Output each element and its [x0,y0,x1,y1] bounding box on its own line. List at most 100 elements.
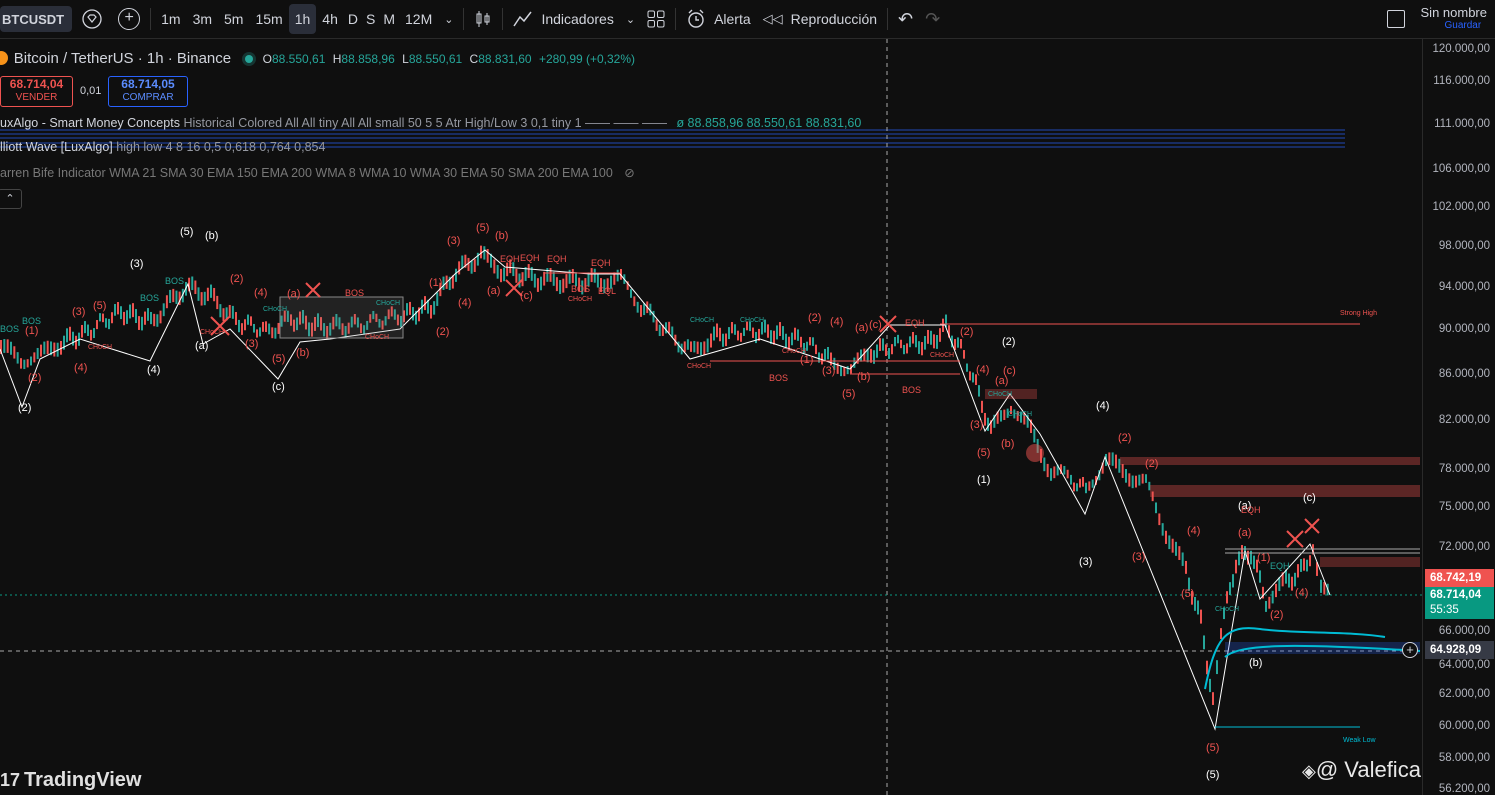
wave-count-label: (1) [429,277,442,289]
candle [809,337,811,346]
candle [194,280,197,295]
candle [33,352,36,363]
tf-5m[interactable]: 5m [218,4,249,34]
candle [1115,454,1117,469]
candle [1168,535,1171,550]
bar-countdown: 55:35 [1430,604,1459,616]
candle [53,342,56,357]
candle [206,287,209,302]
indicator-warren[interactable]: arren Bife Indicator WMA 21 SMA 30 EMA 1… [0,165,635,180]
sell-button[interactable]: 68.714,04 VENDER [0,76,73,107]
candle [1206,660,1208,675]
collapse-legend-button[interactable]: ⌃ [0,189,22,209]
buy-button[interactable]: 68.714,05 COMPRAR [108,76,188,107]
candle [436,292,439,306]
candle [930,330,932,345]
candle [13,346,16,359]
wave-count-label: (1) [1257,552,1270,564]
add-price-line-button[interactable]: + [1402,642,1418,658]
candle [250,316,252,326]
smc-label: CHoCH [263,306,287,313]
candle [1271,590,1274,604]
indicator-elliott[interactable]: lliott Wave [LuxAlgo] high low 4 8 16 0,… [0,140,325,154]
candle [1216,660,1218,675]
compare-add-button[interactable]: + [112,4,146,34]
layout-save-button[interactable]: Sin nombre Guardar [1381,4,1495,34]
candle [93,328,95,339]
wave-count-label: (c) [869,319,882,331]
smc-label: EQH [547,254,567,264]
undo-button[interactable]: ↶ [892,4,919,34]
wave-count-label: (3) [822,365,835,377]
candle [228,304,231,318]
candle [540,276,542,291]
indicator-smc[interactable]: uxAlgo - Smart Money Concepts Historical… [0,116,861,130]
candle [241,323,243,335]
candle [536,278,539,292]
candle [885,344,887,356]
candle [1161,523,1164,536]
tf-s[interactable]: S [362,4,379,34]
candle [216,295,219,310]
divider [887,8,889,30]
smc-label: BOS [769,373,788,383]
candle [256,329,258,338]
replay-label: Reproducción [790,11,878,27]
tf-d[interactable]: D [344,4,362,34]
indicators-button[interactable]: Indicadores [507,4,619,34]
tf-dropdown-button[interactable]: ⌄ [438,4,459,34]
candle [197,287,200,301]
ohlc-label: L [402,52,409,66]
symbol-search-button[interactable]: BTCUSDT [0,6,73,32]
candle [200,292,203,306]
eye-hidden-icon[interactable]: ⊘ [624,166,634,180]
price-axis[interactable]: 120.000,00 116.000,00 111.000,00 106.000,00… [1422,39,1495,795]
candle [782,326,784,340]
tf-4h[interactable]: 4h [316,4,344,34]
layouts-button[interactable] [641,4,671,34]
symbol-legend: Bitcoin / TetherUS · 1h · Binance O88.55… [0,50,635,67]
smc-label: CHoCH [690,317,714,324]
tf-1m[interactable]: 1m [155,4,186,34]
smc-label: CHoCH [1215,606,1239,613]
x-marker [305,282,321,298]
sell-price: 68.714,04 [9,77,64,91]
price-axis-label: 94.000,00 [1438,281,1490,293]
price-axis-label: 75.000,00 [1438,501,1490,513]
tf-1h[interactable]: 1h [288,4,317,34]
symbol-info-button[interactable] [72,4,112,34]
wave-count-label: (2) [436,326,449,338]
chart-pane[interactable]: Strong High Weak Low (2) (3) (5) (b) (4) (a) (c)… [0,39,1458,795]
tf-label: 4h [322,11,338,27]
tradingview-logo[interactable]: 17 TradingView [0,769,141,792]
replay-button[interactable]: ◁◁ Reproducción [757,4,883,34]
ohlc-label: O [262,52,272,66]
candle [1209,678,1211,693]
tf-3m[interactable]: 3m [187,4,218,34]
indicators-dropdown-button[interactable]: ⌄ [620,4,641,34]
candle [470,260,473,274]
candle [69,326,71,341]
smc-label: EQH [1241,505,1261,515]
tf-m[interactable]: M [379,4,399,34]
tf-15m[interactable]: 15m [249,4,288,34]
tf-label: 3m [192,11,213,27]
candle [253,323,255,333]
candle [827,347,829,360]
candle [135,309,137,323]
candle [779,322,781,337]
redo-button[interactable]: ↷ [919,4,946,34]
tf-12m[interactable]: 12M [399,4,438,34]
diamond-icon [82,9,102,29]
candle [933,334,935,349]
candle [927,329,929,344]
candle [972,372,974,383]
candle [731,322,733,334]
chart-type-button[interactable] [468,4,498,34]
wave-count-label: (5) [476,222,489,234]
alert-button[interactable]: Alerta [680,4,757,34]
candle [162,303,165,317]
candle [1171,538,1174,553]
candle [1043,457,1046,472]
candle [141,316,143,331]
